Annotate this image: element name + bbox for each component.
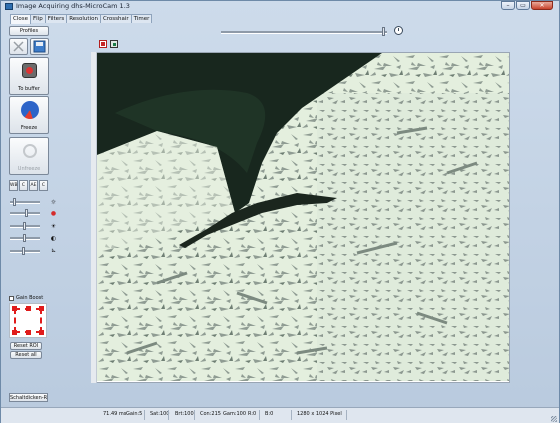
status-blue: B:0 (265, 411, 274, 417)
color-icon: ● (50, 210, 57, 217)
profile-preset-button[interactable]: Schaltdicken-Rahr (9, 393, 48, 402)
gamma-slider-thumb[interactable] (22, 247, 25, 255)
status-resolution: 1280 x 1024 Pixel (297, 411, 342, 417)
brightness-icon: ☼ (50, 199, 57, 206)
gain-boost-option[interactable]: Gain Boost (9, 295, 43, 301)
auto-exposure-continuous-button[interactable]: C (39, 180, 48, 191)
exposure-slider-thumb[interactable] (13, 198, 16, 206)
contrast-icon: ◐ (50, 235, 57, 242)
status-gain: Gain:5 (126, 411, 143, 417)
status-brightness: Brt:100 (175, 411, 194, 417)
snapshot-icon[interactable] (110, 40, 118, 48)
menu-tabs: Close Flip Filters Resolution Crosshair … (10, 14, 153, 24)
roi-handle-bottom[interactable] (26, 330, 31, 335)
profiles-button[interactable]: Profiles (9, 26, 49, 36)
status-exposure: 71.49 ms (103, 411, 127, 417)
auto-exposure-button[interactable]: AE (29, 180, 38, 191)
roi-handle-top-left[interactable] (12, 306, 17, 311)
microscope-image[interactable] (97, 53, 509, 381)
minimize-button[interactable]: – (501, 1, 515, 10)
roi-preview[interactable] (9, 303, 47, 338)
status-separator (194, 410, 195, 420)
freeze-icon (21, 101, 39, 119)
freeze-button[interactable]: Freeze (9, 96, 49, 134)
gain-boost-checkbox[interactable] (9, 295, 14, 301)
save-button[interactable] (30, 38, 49, 55)
roi-handle-bottom-right[interactable] (39, 330, 44, 335)
camera-icon (22, 63, 37, 78)
brightness-slider-thumb[interactable] (23, 222, 26, 230)
reset-all-button[interactable]: Reset all (10, 351, 42, 359)
white-balance-button[interactable]: WB (9, 180, 18, 191)
to-buffer-button[interactable]: To buffer (9, 57, 49, 95)
tab-flip[interactable]: Flip (29, 14, 46, 23)
sun-icon: ☀ (50, 223, 57, 230)
gain-boost-label: Gain Boost (16, 295, 44, 301)
cancel-tool-button[interactable] (9, 38, 28, 55)
unfreeze-label: Unfreeze (17, 166, 41, 172)
status-red: R:0 (248, 411, 257, 417)
tab-close[interactable]: Close (10, 14, 31, 24)
timer-slider-track[interactable] (221, 31, 387, 34)
status-saturation: Sat:100 (150, 411, 170, 417)
white-balance-row: WB C AE C (9, 180, 48, 191)
save-icon (33, 40, 46, 53)
close-window-button[interactable]: ✕ (531, 1, 553, 10)
white-balance-continuous-button[interactable]: C (19, 180, 28, 191)
status-separator (346, 410, 347, 420)
viewer-toolbar (99, 40, 118, 48)
roi-handle-bottom-left[interactable] (12, 330, 17, 335)
timer-slider-thumb[interactable] (382, 27, 385, 36)
color-slider-thumb[interactable] (25, 209, 28, 217)
window-title: Image Acquiring dhs-MicroCam 1.3 (16, 2, 130, 10)
tab-resolution[interactable]: Resolution (66, 14, 101, 23)
status-separator (259, 410, 260, 420)
reset-roi-button[interactable]: Reset ROI (10, 342, 42, 350)
window-controls: – ▭ ✕ (501, 1, 553, 11)
status-separator (291, 410, 292, 420)
cross-icon (13, 41, 24, 52)
clock-icon[interactable] (394, 26, 403, 35)
tab-crosshair[interactable]: Crosshair (99, 14, 132, 23)
gamma-slider[interactable] (10, 250, 40, 253)
to-buffer-label: To buffer (18, 86, 40, 92)
tab-timer[interactable]: Timer (130, 14, 153, 23)
resize-grip[interactable] (551, 416, 557, 422)
app-icon (5, 3, 13, 10)
roi-handle-top[interactable] (26, 306, 31, 311)
status-bar: 71.49 ms Gain:5 Sat:100 Brt:100 Con:215 … (1, 407, 559, 423)
maximize-button[interactable]: ▭ (516, 1, 530, 10)
contrast-slider-thumb[interactable] (23, 234, 26, 242)
status-contrast: Con:215 (200, 411, 221, 417)
status-gamma: Gam:100 (223, 411, 247, 417)
title-bar: Image Acquiring dhs-MicroCam 1.3 – ▭ ✕ (1, 1, 559, 12)
app-window: Image Acquiring dhs-MicroCam 1.3 – ▭ ✕ C… (0, 0, 560, 423)
record-icon[interactable] (99, 40, 107, 48)
freeze-label: Freeze (20, 125, 38, 131)
unfreeze-icon (23, 144, 37, 158)
status-separator (144, 410, 145, 420)
tab-filters[interactable]: Filters (44, 14, 68, 23)
unfreeze-button[interactable]: Unfreeze (9, 137, 49, 175)
roi-handle-top-right[interactable] (39, 306, 44, 311)
gamma-icon: ⊾ (50, 247, 57, 254)
status-separator (168, 410, 169, 420)
